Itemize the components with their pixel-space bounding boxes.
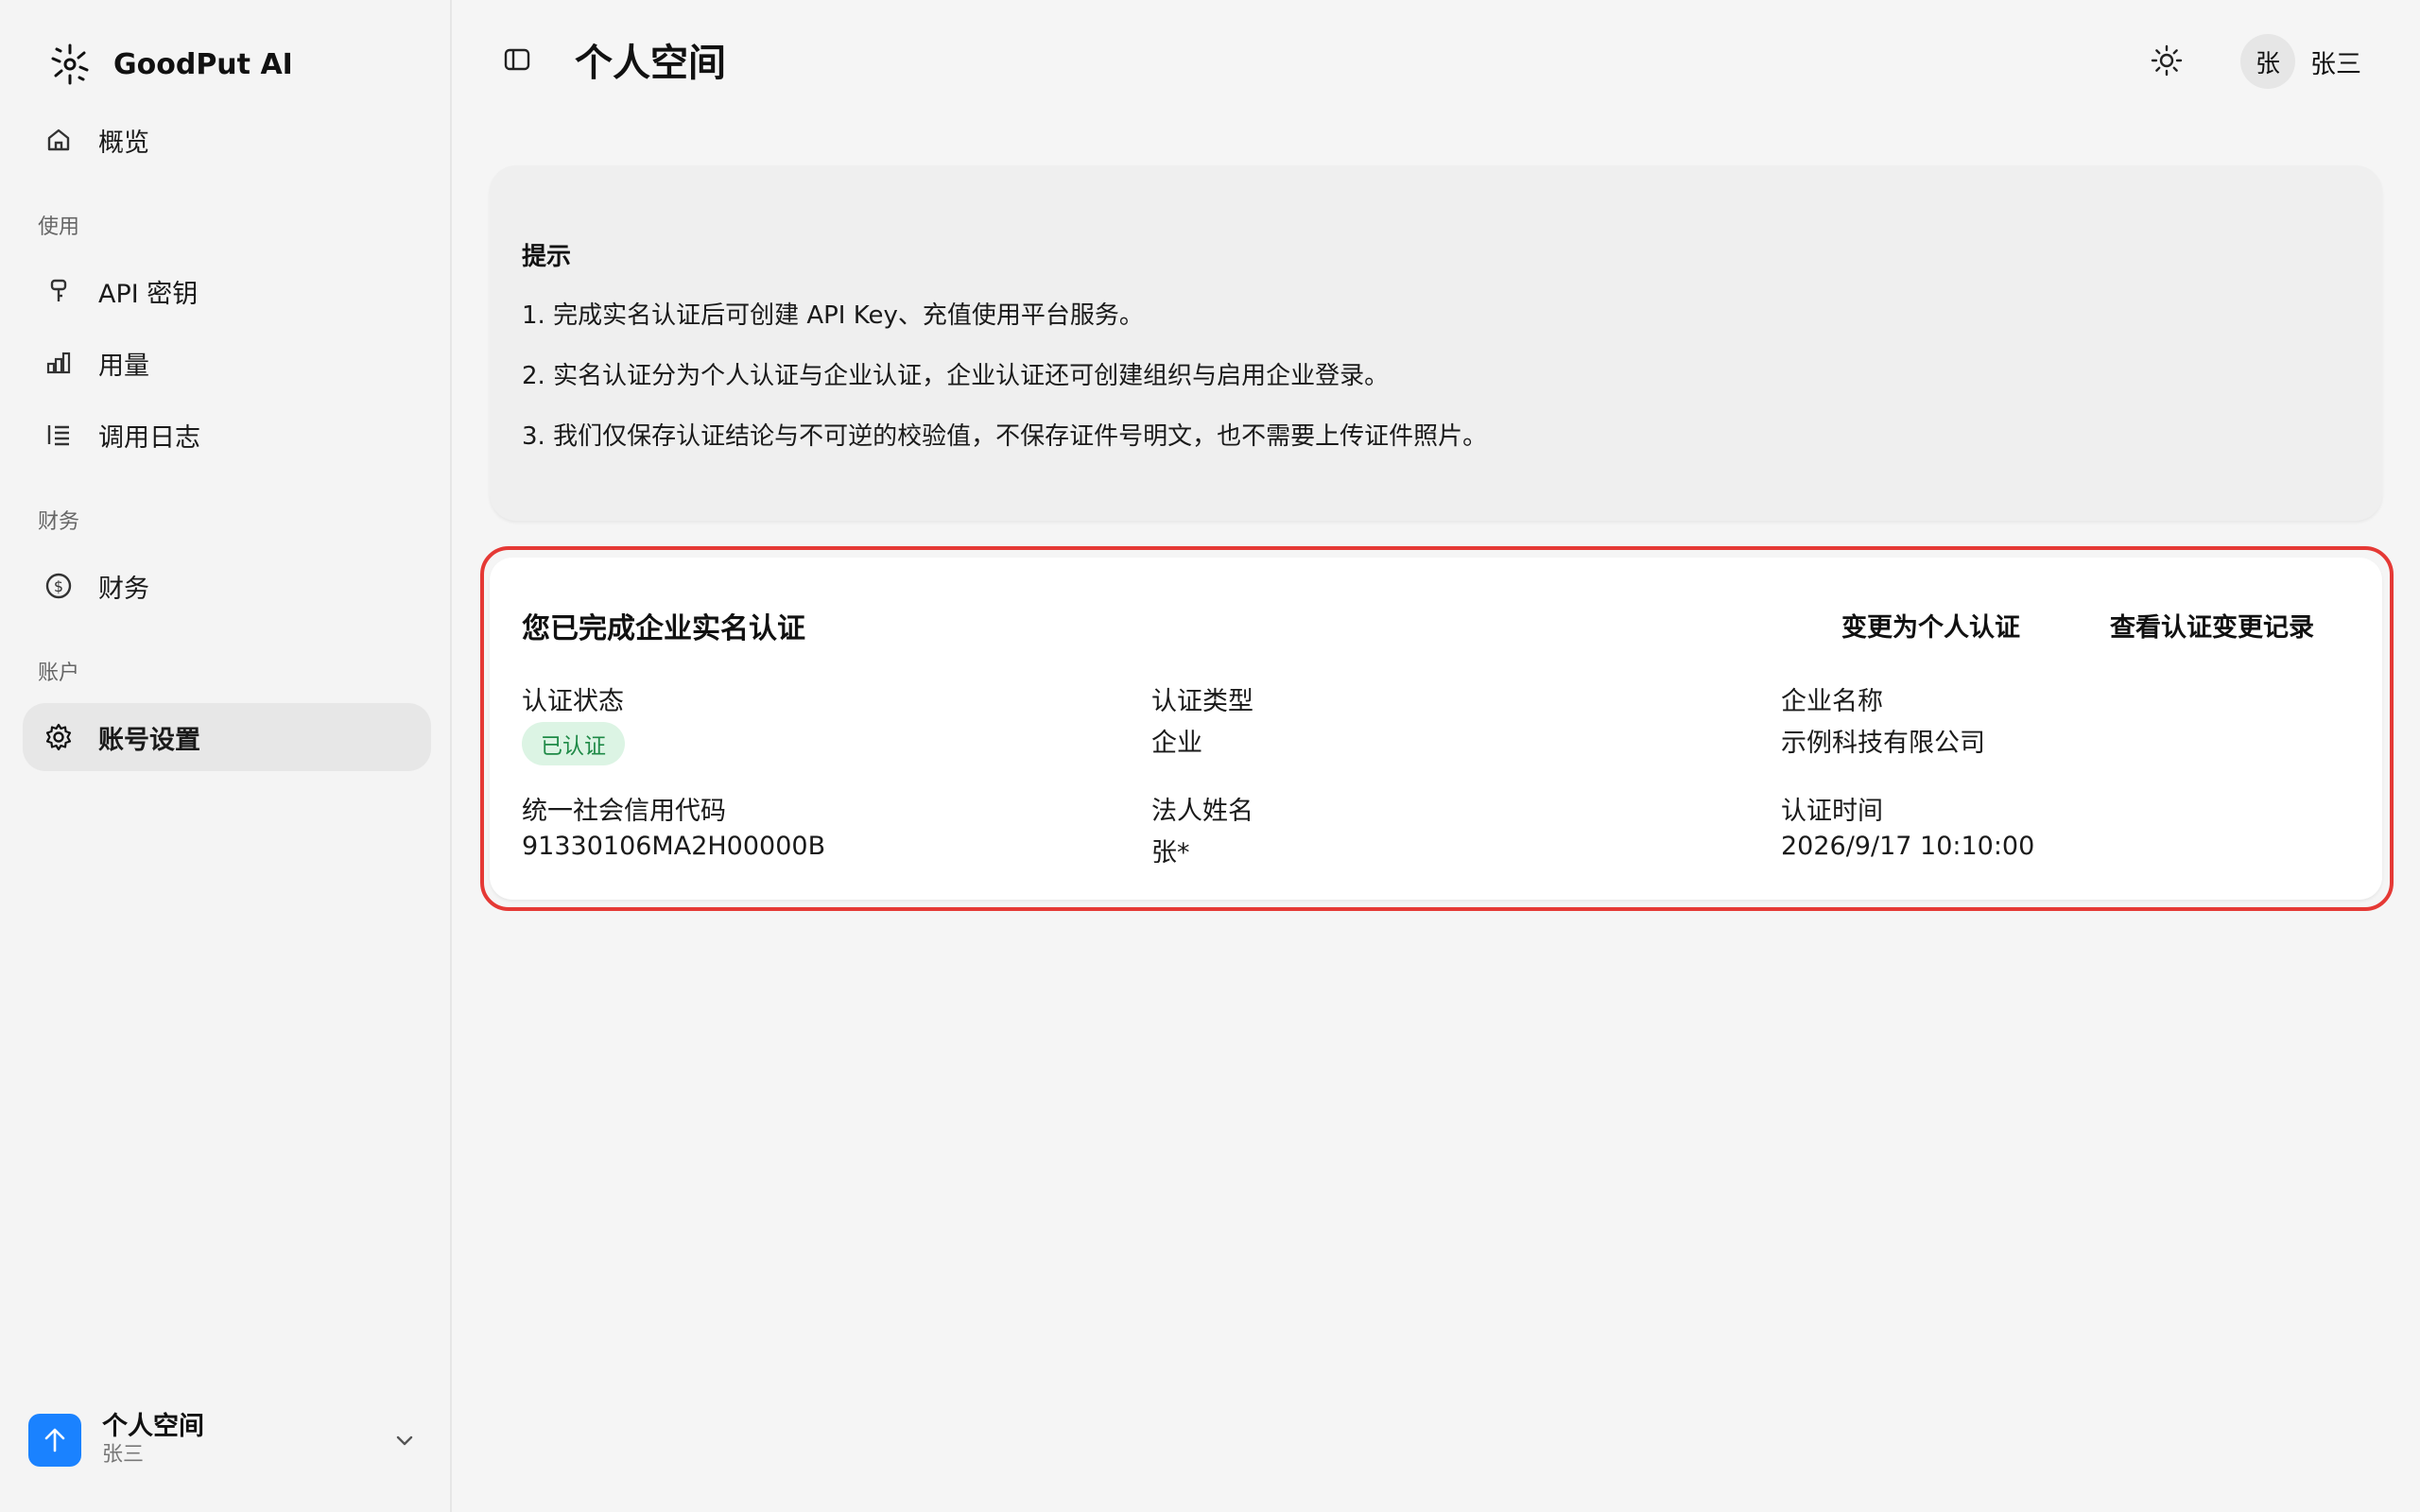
- dollar-circle-icon: $: [42, 569, 76, 603]
- goodput-logo-icon: [51, 43, 89, 85]
- top-header: 个人空间 张 张三: [452, 0, 2420, 123]
- company-label: 企业名称: [1781, 687, 1883, 716]
- list-icon: [42, 418, 76, 452]
- credit-code-label: 统一社会信用代码: [522, 797, 726, 826]
- brand[interactable]: GoodPut AI: [47, 38, 293, 91]
- svg-text:$: $: [54, 577, 63, 595]
- credit-code-value: 91330106MA2H00000B: [522, 832, 826, 861]
- brand-name: GoodPut AI: [113, 47, 293, 81]
- company-value: 示例科技有限公司: [1781, 729, 1985, 758]
- notice-line: 2. 实名认证分为个人认证与企业认证，企业认证还可创建组织与启用企业登录。: [522, 362, 1390, 390]
- legal-rep-label: 法人姓名: [1151, 797, 1253, 826]
- app-root: GoodPut AI 概览 使用 API 密钥 用量 调用日志 财务 $ 财务 …: [0, 0, 2420, 1512]
- key-icon: [42, 274, 76, 308]
- type-value: 企业: [1151, 729, 1202, 758]
- status-badge: 已认证: [522, 722, 625, 765]
- section-label-account: 账户: [38, 662, 80, 685]
- time-label: 认证时间: [1781, 797, 1883, 826]
- avatar[interactable]: 张: [2240, 34, 2295, 89]
- section-label-usage: 使用: [38, 215, 80, 239]
- sidebar-item-finance[interactable]: $ 财务: [23, 552, 431, 620]
- switch-to-personal-link[interactable]: 变更为个人认证: [1841, 607, 2020, 644]
- status-title: 您已完成企业实名认证: [522, 612, 805, 645]
- sidebar-item-label: 概览: [98, 128, 149, 158]
- sidebar-item-account-settings[interactable]: 账号设置: [23, 703, 431, 771]
- view-history-link[interactable]: 查看认证变更记录: [2110, 607, 2314, 644]
- sidebar-item-label: 调用日志: [98, 422, 200, 453]
- sidebar-toggle-button[interactable]: [499, 42, 535, 77]
- sidebar-item-api-keys[interactable]: API 密钥: [23, 257, 431, 325]
- sidebar-item-label: API 密钥: [98, 279, 199, 309]
- sidebar-item-label: 财务: [98, 574, 149, 604]
- sidebar-item-label: 账号设置: [98, 725, 200, 755]
- sidebar-toggle-icon: [504, 48, 530, 71]
- arrow-up-icon: [44, 1428, 65, 1452]
- legal-rep-value: 张*: [1151, 838, 1190, 868]
- home-icon: [42, 123, 76, 157]
- theme-toggle-button[interactable]: [2148, 42, 2186, 79]
- chevron-down-icon[interactable]: [391, 1427, 418, 1453]
- sidebar-item-label: 用量: [98, 351, 149, 381]
- notice-title: 提示: [522, 243, 572, 271]
- time-value: 2026/9/17 10:10:00: [1781, 832, 2035, 861]
- workspace-switcher[interactable]: 个人空间 张三: [28, 1406, 425, 1474]
- user-name[interactable]: 张三: [2310, 43, 2361, 80]
- status-label: 认证状态: [522, 687, 624, 716]
- notice-card: 提示 1. 完成实名认证后可创建 API Key、充值使用平台服务。 2. 实名…: [490, 165, 2382, 521]
- workspace-avatar: [28, 1414, 81, 1467]
- workspace-user: 张三: [102, 1443, 145, 1467]
- sidebar-item-overview[interactable]: 概览: [23, 106, 431, 174]
- section-label-finance: 财务: [38, 510, 80, 534]
- sidebar: GoodPut AI 概览 使用 API 密钥 用量 调用日志 财务 $ 财务 …: [0, 0, 452, 1512]
- notice-line: 1. 完成实名认证后可创建 API Key、充值使用平台服务。: [522, 301, 1144, 330]
- sidebar-item-usage[interactable]: 用量: [23, 329, 431, 397]
- gear-icon: [42, 720, 76, 754]
- verification-status-card: 您已完成企业实名认证 变更为个人认证 查看认证变更记录 认证状态 已认证 认证类…: [490, 558, 2382, 900]
- notice-line: 3. 我们仅保存认证结论与不可逆的校验值，不保存证件号明文，也不需要上传证件照片…: [522, 422, 1488, 451]
- sidebar-item-logs[interactable]: 调用日志: [23, 401, 431, 469]
- workspace-name: 个人空间: [102, 1412, 204, 1441]
- sun-icon: [2151, 44, 2183, 77]
- type-label: 认证类型: [1151, 687, 1253, 716]
- bar-chart-icon: [42, 346, 76, 380]
- page-title: 个人空间: [575, 42, 726, 85]
